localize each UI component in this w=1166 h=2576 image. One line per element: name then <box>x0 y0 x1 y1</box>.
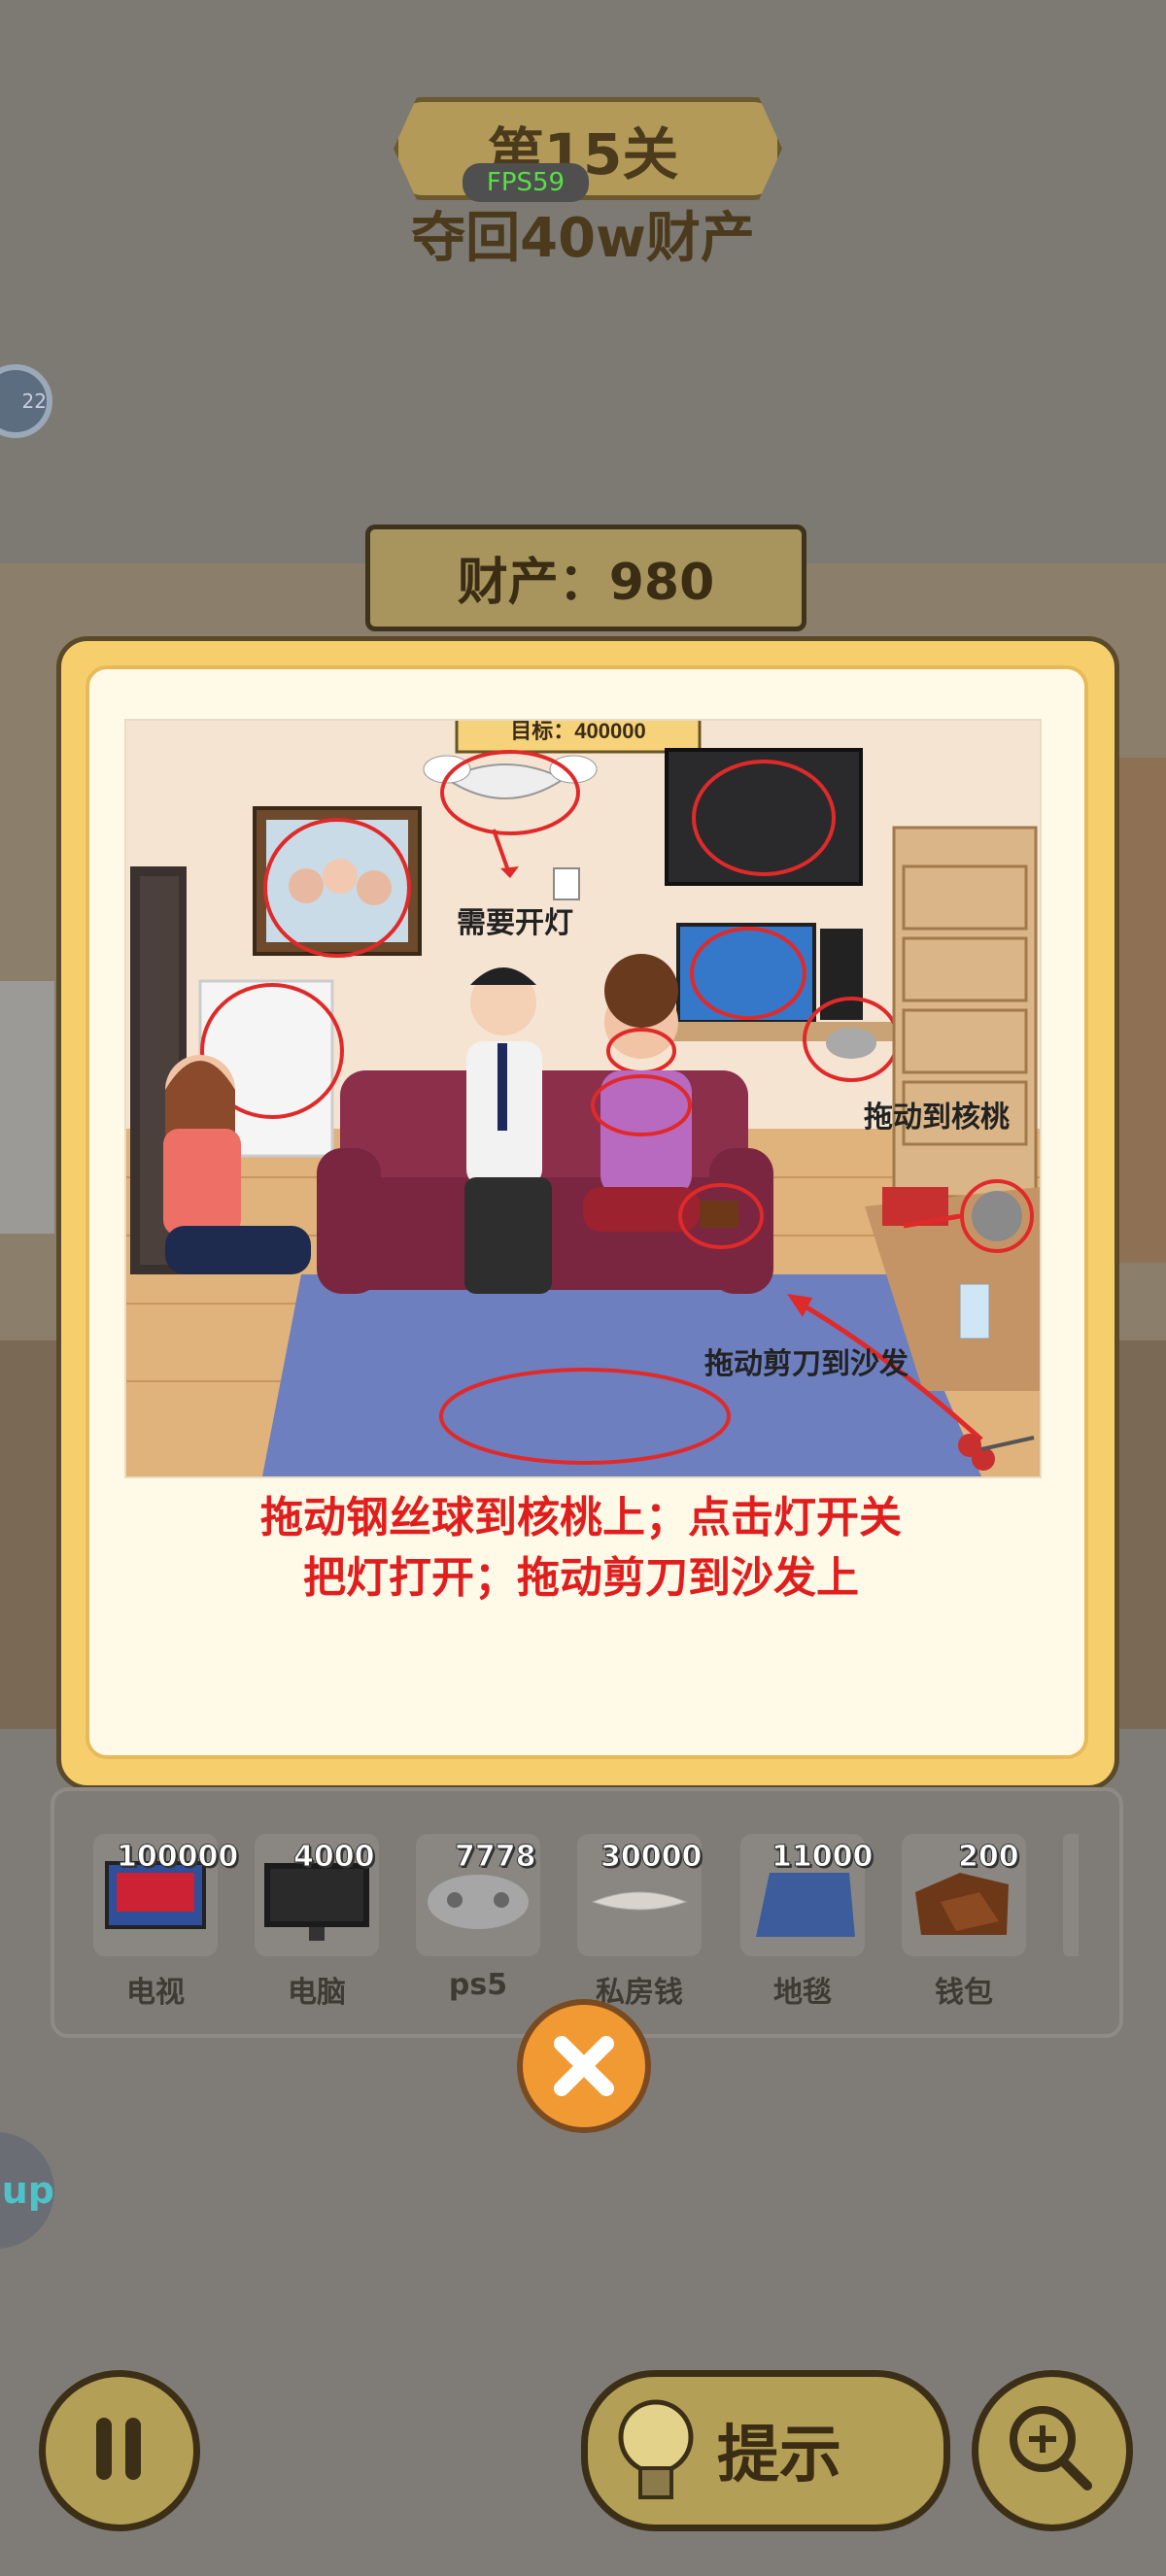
close-button[interactable] <box>517 1999 651 2133</box>
side-avatar-badge[interactable]: 22 <box>0 364 52 438</box>
hint-label: 提示 <box>717 2420 841 2491</box>
instruction-line-2: 把灯打开；拖动剪刀到沙发上 <box>303 1553 859 1603</box>
money-label: 财产：980 <box>457 554 715 612</box>
scene-label-drag-scissors: 拖动剪刀到沙发 <box>704 1348 909 1380</box>
close-icon <box>554 2036 614 2096</box>
item-next-partial[interactable] <box>1063 1834 1079 1956</box>
item-value: 30000 <box>600 1840 703 1875</box>
item-name: 电视 <box>126 1976 185 2010</box>
background-shoe-rack <box>0 981 54 1234</box>
pause-icon <box>96 2418 141 2480</box>
item-value: 11000 <box>771 1840 874 1875</box>
item-value: 4000 <box>293 1840 375 1875</box>
item-name: 钱包 <box>935 1976 993 2010</box>
instruction-line-1: 拖动钢丝球到核桃上；点击灯开关 <box>260 1493 902 1542</box>
lightbulb-icon <box>618 2399 694 2499</box>
hint-instruction: 拖动钢丝球到核桃上；点击灯开关 把灯打开；拖动剪刀到沙发上 <box>124 1488 1038 1609</box>
scene-label-drag-walnut: 拖动到核桃 <box>864 1102 1010 1134</box>
zoom-in-icon <box>1010 2406 1092 2491</box>
level-subtitle: 夺回40w财产 <box>411 207 755 270</box>
pause-button[interactable] <box>39 2370 200 2531</box>
item-value: 200 <box>958 1840 1020 1875</box>
zoom-button[interactable] <box>972 2370 1133 2531</box>
item-value: 7778 <box>455 1840 536 1875</box>
scene-top-banner: 目标：400000 <box>510 721 645 743</box>
scene-label-need-light: 需要开灯 <box>457 907 573 939</box>
item-value: 100000 <box>116 1840 239 1875</box>
item-name: ps5 <box>448 1968 508 2002</box>
hint-scene-illustration: 目标：400000 需要开灯 拖动到核桃 拖动剪刀到沙发 <box>124 719 1042 1478</box>
item-name: 地毯 <box>773 1976 832 2010</box>
item-name: 电脑 <box>288 1976 346 2010</box>
